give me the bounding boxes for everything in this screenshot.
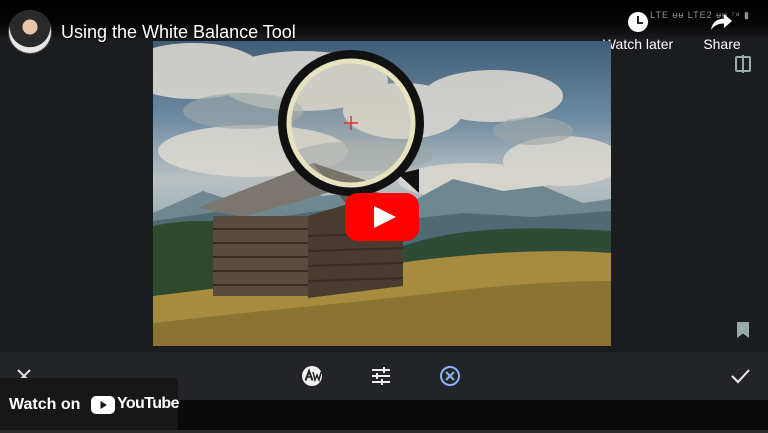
bookmark-icon[interactable] — [737, 322, 749, 338]
share-arrow-icon — [711, 14, 732, 30]
share-label: Share — [703, 36, 741, 52]
tune-sliders-icon[interactable] — [369, 364, 393, 388]
check-icon[interactable] — [728, 364, 752, 388]
clock-icon — [628, 12, 648, 32]
watch-on-youtube-button[interactable]: Watch on YouTube — [0, 378, 179, 430]
white-balance-loupe[interactable] — [278, 50, 424, 196]
video-title[interactable]: Using the White Balance Tool — [61, 22, 296, 43]
auto-white-balance-icon[interactable] — [300, 364, 324, 388]
play-button-icon[interactable] — [345, 193, 419, 241]
compare-icon[interactable] — [735, 55, 751, 73]
watch-on-label: Watch on — [9, 396, 81, 413]
share-button[interactable]: Share — [700, 12, 744, 52]
youtube-logo-icon — [91, 396, 115, 414]
white-balance-picker-icon[interactable] — [438, 364, 462, 388]
channel-avatar[interactable] — [9, 11, 51, 53]
video-frame: LTE ᵾᵾ LTE2 ᵾᵾ ⁷⁸ ▮ Using the White Bala… — [0, 0, 768, 400]
youtube-wordmark: YouTube — [117, 395, 179, 412]
